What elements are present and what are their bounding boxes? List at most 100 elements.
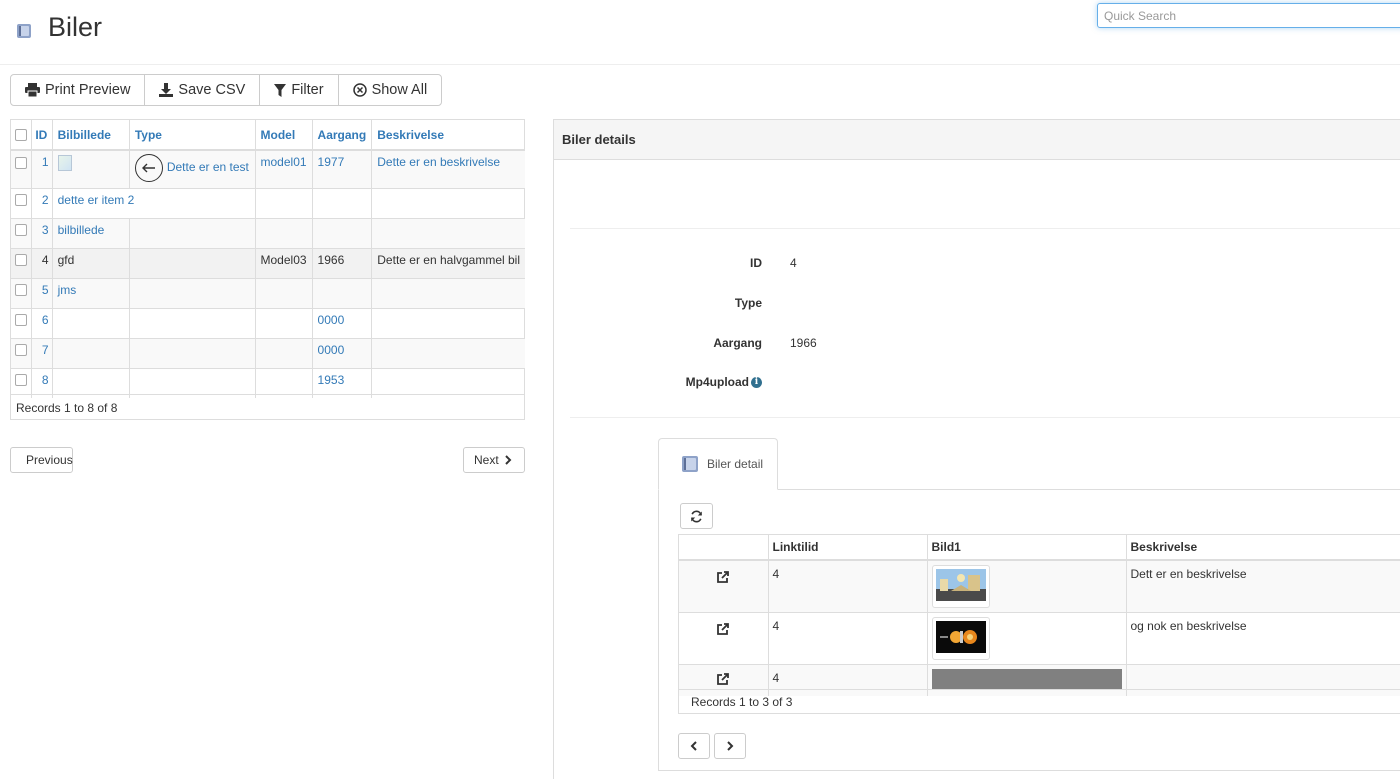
table-row[interactable]: 2 dette er item 2: [11, 187, 525, 218]
cell-type[interactable]: [129, 277, 256, 308]
image-placeholder: [931, 669, 1122, 689]
col-header-type[interactable]: Type: [129, 120, 256, 151]
refresh-icon: [691, 509, 702, 523]
filter-icon: [274, 83, 287, 97]
row-checkbox[interactable]: [15, 344, 27, 357]
cell-id[interactable]: 1: [31, 149, 53, 188]
cell-id[interactable]: 5: [31, 277, 53, 308]
cell-beskrivelse[interactable]: [371, 337, 525, 368]
field-value-id: 4: [790, 256, 797, 270]
previous-button[interactable]: Previous: [10, 447, 73, 473]
row-checkbox[interactable]: [15, 194, 27, 207]
cell-beskrivelse[interactable]: [371, 217, 525, 248]
cell-bilbillede[interactable]: [52, 307, 130, 338]
cell-aargang[interactable]: 1977: [312, 149, 373, 188]
book-icon: [682, 456, 698, 472]
sub-col-header-linktilid[interactable]: Linktilid: [768, 535, 928, 561]
cell-type[interactable]: Dette er en test: [129, 149, 256, 188]
cell-aargang[interactable]: 0000: [312, 337, 373, 368]
select-all-checkbox[interactable]: [15, 129, 27, 142]
tab-biler-detail-label: Biler detail: [707, 457, 764, 471]
external-link-icon[interactable]: [717, 673, 730, 685]
table-row[interactable]: 6 0000: [11, 307, 525, 338]
row-checkbox[interactable]: [15, 314, 27, 327]
detail-records: Linktilid Bild1 Beskrivelse 4 Dett er en…: [678, 534, 1400, 714]
show-all-button[interactable]: Show All: [338, 75, 442, 105]
row-select-cell: [11, 247, 33, 278]
col-header-id[interactable]: ID: [31, 120, 53, 151]
row-checkbox[interactable]: [15, 156, 27, 169]
cell-bilbillede[interactable]: [52, 149, 130, 188]
print-preview-label: Print Preview: [45, 82, 131, 98]
cell-model[interactable]: [255, 307, 313, 338]
cell-aargang[interactable]: 1966: [312, 247, 373, 278]
table-row[interactable]: 5 jms: [11, 277, 525, 308]
row-checkbox[interactable]: [15, 284, 27, 297]
next-button[interactable]: Next: [463, 447, 525, 473]
table-row[interactable]: 3 bilbillede: [11, 217, 525, 248]
col-header-model[interactable]: Model: [255, 120, 313, 151]
table-row[interactable]: 7 0000: [11, 337, 525, 368]
filter-label: Filter: [291, 82, 324, 98]
print-preview-button[interactable]: Print Preview: [11, 75, 146, 105]
broken-image-icon: [57, 155, 72, 171]
sub-col-header-bild1[interactable]: Bild1: [927, 535, 1127, 561]
col-header-aargang[interactable]: Aargang: [312, 120, 373, 151]
external-link-icon[interactable]: [717, 623, 730, 635]
info-icon[interactable]: i: [751, 377, 762, 389]
filter-button[interactable]: Filter: [260, 75, 339, 105]
cell-type[interactable]: [129, 337, 256, 368]
cell-aargang[interactable]: [312, 217, 373, 248]
cell-model[interactable]: model01: [255, 149, 313, 188]
cell-aargang[interactable]: [312, 277, 373, 308]
external-link-icon[interactable]: [717, 571, 730, 583]
cell-beskrivelse[interactable]: Dette er en beskrivelse: [371, 149, 525, 188]
sub-col-header-beskrivelse[interactable]: Beskrivelse: [1126, 535, 1400, 561]
cell-aargang[interactable]: [312, 187, 373, 218]
cell-type[interactable]: [129, 217, 256, 248]
field-label-mp4upload: Mp4upload i: [572, 375, 762, 389]
table-row[interactable]: 4 Dett er en beskrivelse: [679, 559, 1400, 613]
cell-beskrivelse[interactable]: Dette er en halvgammel bil: [371, 247, 525, 278]
table-row[interactable]: 4 og nok en beskrivelse: [679, 612, 1400, 665]
sub-previous-button[interactable]: [678, 733, 710, 759]
refresh-button[interactable]: [680, 503, 713, 529]
col-header-bilbillede[interactable]: Bilbillede: [52, 120, 130, 151]
col-header-beskrivelse[interactable]: Beskrivelse: [371, 120, 525, 151]
sub-next-button[interactable]: [714, 733, 746, 759]
cell-type[interactable]: [129, 307, 256, 338]
cell-model[interactable]: [255, 217, 313, 248]
cell-model[interactable]: [255, 337, 313, 368]
cell-beskrivelse[interactable]: [371, 277, 525, 308]
divider: [570, 228, 1400, 229]
image-thumbnail[interactable]: [931, 617, 990, 660]
cell-id[interactable]: 7: [31, 337, 53, 368]
cell-bilbillede[interactable]: gfd: [52, 247, 130, 278]
row-checkbox[interactable]: [15, 254, 27, 267]
table-row[interactable]: 1 Dette er en test model01 1977 Dette er…: [11, 149, 525, 188]
row-checkbox[interactable]: [15, 374, 27, 387]
cell-aargang[interactable]: 0000: [312, 307, 373, 338]
cell-id[interactable]: 2: [31, 187, 53, 218]
image-thumbnail[interactable]: [931, 565, 990, 608]
cell-model[interactable]: [255, 277, 313, 308]
row-checkbox[interactable]: [15, 224, 27, 237]
cell-bilbillede[interactable]: bilbillede: [52, 217, 130, 248]
tab-biler-detail[interactable]: Biler detail: [658, 438, 778, 490]
cell-type[interactable]: [129, 247, 256, 278]
cell-bilbillede[interactable]: jms: [52, 277, 130, 308]
quick-search-input[interactable]: [1097, 3, 1400, 28]
cell-beskrivelse[interactable]: [371, 187, 525, 218]
cell-bilbillede[interactable]: [52, 337, 130, 368]
table-row-selected[interactable]: 4 gfd Model03 1966 Dette er en halvgamme…: [11, 247, 525, 278]
cell-beskrivelse: og nok en beskrivelse: [1126, 612, 1400, 665]
row-select-cell: [11, 277, 33, 308]
cell-model[interactable]: Model03: [255, 247, 313, 278]
cell-model[interactable]: [255, 187, 313, 218]
cell-beskrivelse[interactable]: [371, 307, 525, 338]
save-csv-button[interactable]: Save CSV: [145, 75, 261, 105]
cell-id[interactable]: 4: [31, 247, 53, 278]
cell-id[interactable]: 3: [31, 217, 53, 248]
cell-id[interactable]: 6: [31, 307, 53, 338]
cell-bilbillede[interactable]: dette er item 2: [52, 187, 256, 218]
